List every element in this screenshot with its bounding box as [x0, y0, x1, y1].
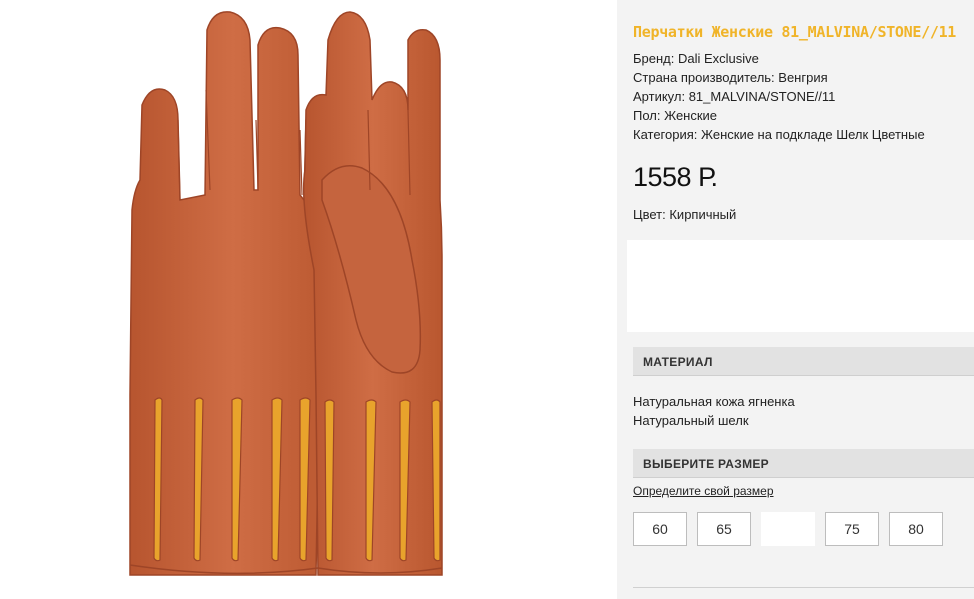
size-option-80[interactable]: 80	[889, 512, 943, 546]
size-guide-link[interactable]: Определите свой размер	[633, 484, 774, 498]
product-image-gloves[interactable]	[0, 0, 617, 599]
product-title: Перчатки Женские 81_MALVINA/STONE//11	[633, 23, 957, 41]
size-options: 60 65 75 80	[633, 512, 974, 548]
product-price: 1558 Р.	[633, 162, 718, 192]
spec-gender: Пол: Женские	[633, 108, 718, 123]
material-header: МАТЕРИАЛ	[633, 347, 974, 376]
material-list: Натуральная кожа ягненка Натуральный шел…	[633, 392, 795, 430]
size-option-75[interactable]: 75	[825, 512, 879, 546]
spec-category: Категория: Женские на подкладе Шелк Цвет…	[633, 127, 925, 142]
spec-article: Артикул: 81_MALVINA/STONE//11	[633, 89, 836, 104]
product-info-panel: Перчатки Женские 81_MALVINA/STONE//11 Бр…	[617, 0, 974, 599]
size-header: ВЫБЕРИТЕ РАЗМЕР	[633, 449, 974, 478]
material-item: Натуральная кожа ягненка	[633, 394, 795, 409]
blank-panel	[627, 240, 974, 332]
size-option-empty	[761, 512, 815, 546]
product-color: Цвет: Кирпичный	[633, 207, 737, 222]
spec-country: Страна производитель: Венгрия	[633, 70, 828, 85]
product-image-area	[0, 0, 617, 599]
product-specs: Бренд: Dali Exclusive Страна производите…	[633, 49, 925, 144]
size-option-65[interactable]: 65	[697, 512, 751, 546]
size-option-60[interactable]: 60	[633, 512, 687, 546]
divider	[633, 587, 974, 588]
material-item: Натуральный шелк	[633, 413, 749, 428]
spec-brand: Бренд: Dali Exclusive	[633, 51, 759, 66]
